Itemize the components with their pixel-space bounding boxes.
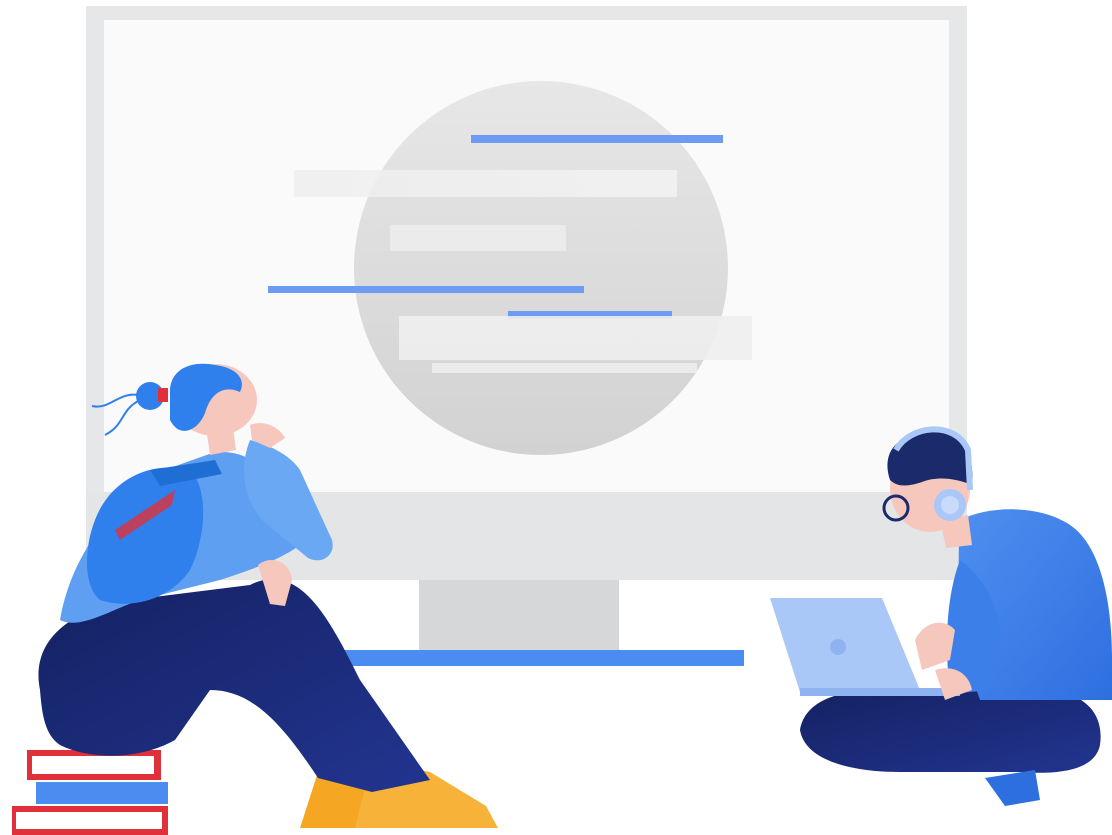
crossed-legs xyxy=(800,690,1101,773)
hair-tie xyxy=(158,388,168,402)
monitor-stand xyxy=(419,580,619,650)
monitor-stand-base xyxy=(298,650,744,666)
headphone-cup-inner xyxy=(941,496,959,514)
book-bottom-pages xyxy=(16,812,162,829)
book-stack-icon xyxy=(12,750,168,835)
scene-illustration xyxy=(12,6,1112,835)
gray-bar-2 xyxy=(390,225,566,251)
gray-bar-1 xyxy=(294,170,677,197)
blue-line-2 xyxy=(268,286,584,293)
book-middle xyxy=(36,782,168,804)
foot xyxy=(985,770,1040,806)
gray-bar-4 xyxy=(432,363,697,373)
laptop-logo xyxy=(830,639,846,655)
blue-line-1 xyxy=(471,135,723,143)
laptop-base xyxy=(800,688,960,696)
book-top-pages xyxy=(32,756,154,774)
gray-bar-3 xyxy=(399,316,752,360)
